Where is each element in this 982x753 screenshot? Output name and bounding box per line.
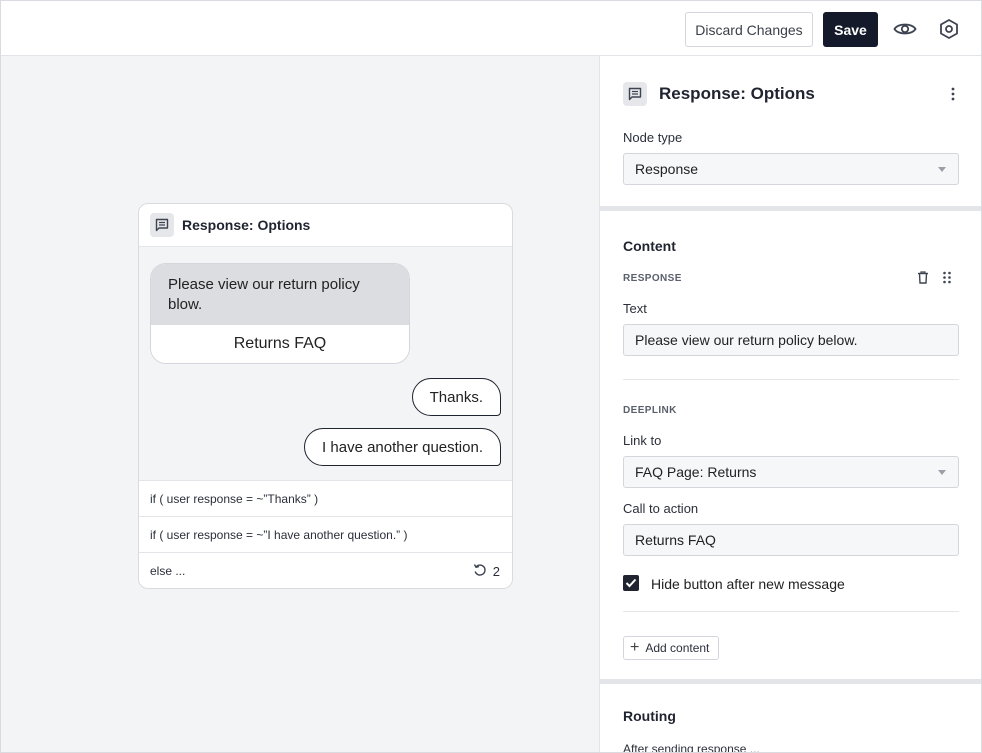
loop-count: 2 bbox=[473, 563, 500, 580]
save-button[interactable]: Save bbox=[823, 12, 878, 47]
loop-count-value: 2 bbox=[492, 563, 500, 579]
drag-handle-icon[interactable] bbox=[939, 269, 955, 285]
node-type-label: Node type bbox=[623, 130, 683, 145]
link-to-select[interactable]: FAQ Page: Returns bbox=[623, 456, 959, 488]
route-condition-row[interactable]: if ( user response = ~”Thanks” ) bbox=[139, 481, 512, 517]
node-type-value: Response bbox=[635, 161, 699, 177]
content-heading: Content bbox=[623, 238, 676, 254]
node-header: Response: Options bbox=[139, 204, 512, 247]
cta-value: Returns FAQ bbox=[635, 532, 716, 548]
panel-title: Response: Options bbox=[659, 84, 815, 103]
link-to-value: FAQ Page: Returns bbox=[635, 464, 757, 480]
chevron-down-icon bbox=[938, 470, 946, 475]
properties-panel: Response: Options Node type Response Con… bbox=[599, 56, 981, 753]
chat-message-icon bbox=[623, 82, 647, 106]
kebab-menu-icon[interactable] bbox=[945, 84, 961, 104]
response-subheading: RESPONSE bbox=[623, 273, 682, 284]
routing-heading: Routing bbox=[623, 708, 676, 724]
chevron-down-icon bbox=[938, 167, 946, 172]
chat-message-icon bbox=[150, 213, 174, 237]
link-to-label: Link to bbox=[623, 433, 662, 448]
response-text-input[interactable]: Please view our return policy below. bbox=[623, 324, 959, 356]
eye-icon[interactable] bbox=[892, 16, 918, 42]
flow-canvas[interactable]: Response: Options Please view our return… bbox=[1, 56, 599, 752]
user-reply-bubble: I have another question. bbox=[304, 428, 501, 466]
divider bbox=[623, 611, 959, 612]
node-type-select[interactable]: Response bbox=[623, 153, 959, 185]
text-label: Text bbox=[623, 301, 647, 316]
hide-button-label: Hide button after new message bbox=[651, 576, 845, 592]
plus-icon: + bbox=[630, 639, 640, 656]
discard-changes-button[interactable]: Discard Changes bbox=[685, 12, 813, 47]
section-divider bbox=[600, 206, 981, 211]
add-content-label: Add content bbox=[645, 641, 710, 655]
top-toolbar: Discard Changes Save bbox=[1, 1, 981, 56]
route-condition-row[interactable]: if ( user response = ~”I have another qu… bbox=[139, 517, 512, 553]
route-condition-text: if ( user response = ~”I have another qu… bbox=[150, 527, 408, 542]
hexagon-settings-icon[interactable] bbox=[936, 16, 962, 42]
trash-icon[interactable] bbox=[915, 269, 931, 285]
response-node-card[interactable]: Response: Options Please view our return… bbox=[138, 203, 513, 589]
bot-message-bubble: Please view our return policy blow. Retu… bbox=[150, 263, 410, 364]
route-else-text: else ... bbox=[150, 564, 186, 578]
hide-button-checkbox[interactable] bbox=[623, 575, 639, 591]
route-else-row[interactable]: else ... 2 bbox=[139, 553, 512, 588]
node-title: Response: Options bbox=[182, 217, 311, 233]
panel-header: Response: Options bbox=[623, 81, 961, 107]
divider bbox=[623, 379, 959, 380]
route-condition-text: if ( user response = ~”Thanks” ) bbox=[150, 491, 319, 506]
loop-arrow-icon bbox=[473, 563, 487, 580]
deeplink-subheading: DEEPLINK bbox=[623, 405, 677, 416]
chat-preview: Please view our return policy blow. Retu… bbox=[139, 247, 512, 481]
cta-input[interactable]: Returns FAQ bbox=[623, 524, 959, 556]
cta-label: Call to action bbox=[623, 501, 699, 516]
response-text-value: Please view our return policy below. bbox=[635, 332, 858, 348]
section-divider bbox=[600, 679, 981, 684]
user-reply-bubble: Thanks. bbox=[411, 378, 501, 416]
app-window: Discard Changes Save Response: Options P… bbox=[0, 0, 982, 753]
bot-cta-button[interactable]: Returns FAQ bbox=[151, 325, 409, 363]
bot-message-text: Please view our return policy blow. bbox=[151, 264, 409, 325]
routing-subtext: After sending response ... bbox=[623, 742, 760, 753]
add-content-button[interactable]: + Add content bbox=[623, 636, 720, 660]
